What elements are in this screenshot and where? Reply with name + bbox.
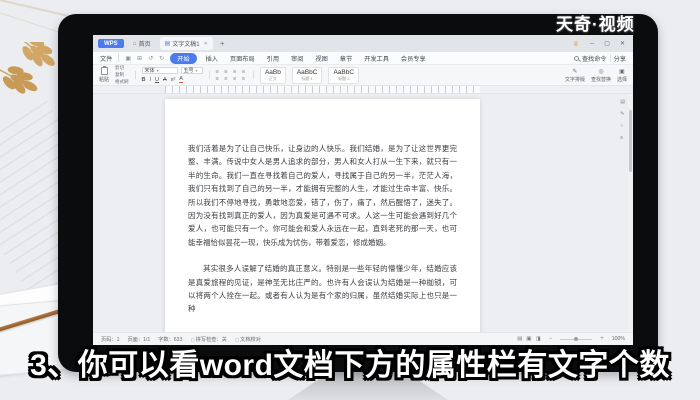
paste-button[interactable]: 粘贴 <box>99 66 110 83</box>
font-size-select[interactable]: 五号 ▾ <box>180 67 203 74</box>
ribbon-tab-member[interactable]: 会员专享 <box>398 53 429 64</box>
style-heading2[interactable]: AaBbC 标题 2 <box>328 66 360 84</box>
channel-watermark: 天奇·视频 <box>556 15 635 34</box>
select-icon: ▣ <box>619 68 625 75</box>
underline-button[interactable]: U <box>155 77 159 83</box>
video-subtitle: 3、你可以看word文档下方的属性栏有文字个数 <box>30 349 670 382</box>
find-command[interactable]: 查找命令 <box>582 54 607 63</box>
divider <box>609 54 611 62</box>
paste-label: 粘贴 <box>99 77 110 83</box>
document-workspace: 我们活着是为了让自己快乐，让身边的人快乐。我们结婚，是为了让这世界更完整、丰满。… <box>93 94 633 332</box>
ribbon-toolbar: 粘贴 剪切 复制 格式刷 宋体 ▾ 五号 ▾ B I U A x² A ≡ ≡ … <box>93 65 633 86</box>
navigation-panel-icon[interactable]: ≡ <box>620 135 625 141</box>
select-tool[interactable]: ▣ 选择 <box>617 68 627 83</box>
tab-close-icon[interactable]: ✕ <box>204 41 208 47</box>
document-icon: ▤ <box>164 41 171 47</box>
font-name-value: 宋体 <box>144 68 155 74</box>
titlebar: WPS ⌂ 首页 ▤ 文字文稿1 ✕ + ♛ ─ ▢ ✕ <box>93 35 633 52</box>
maximize-button[interactable]: ▢ <box>601 40 613 47</box>
format-painter-button[interactable]: 格式刷 <box>115 79 129 85</box>
tool-label: 选择 <box>616 76 627 83</box>
style-sample: AaBb <box>264 68 281 76</box>
font-name-select[interactable]: 宋体 ▾ <box>141 67 178 74</box>
font-color-button[interactable]: A <box>179 76 183 83</box>
wps-logo-button[interactable]: WPS <box>98 39 124 48</box>
print-icon[interactable]: ⊞ <box>137 55 142 62</box>
style-normal[interactable]: AaBb 正文 <box>259 66 286 84</box>
document-page[interactable]: 我们活着是为了让自己快乐，让身边的人快乐。我们结婚，是为了让这世界更完整、丰满。… <box>165 99 480 332</box>
document-tab-label: 文字文稿1 <box>172 42 200 48</box>
divider <box>252 71 254 79</box>
divider <box>208 71 210 79</box>
document-tab[interactable]: ▤ 文字文稿1 ✕ <box>159 37 213 50</box>
bold-button[interactable]: B <box>142 77 146 83</box>
magnifier-icon: ◎ <box>598 68 604 75</box>
ribbon-tab-insert[interactable]: 插入 <box>203 53 221 64</box>
ribbon-tab-bar: 文件 ▣ ⊞ ↺ ↻ 开始 插入 页面布局 引用 审阅 视图 章节 开发工具 会… <box>93 52 633 65</box>
new-tab-button[interactable]: + <box>217 39 228 48</box>
vip-crown-icon[interactable]: ♛ <box>573 40 579 48</box>
paragraph[interactable]: 我们活着是为了让自己快乐，让身边的人快乐。我们结婚，是为了让这世界更完整、丰满。… <box>188 142 457 249</box>
tool-label: 查找替换 <box>590 76 611 83</box>
clipboard-icon <box>100 66 108 75</box>
paragraph-list-icons[interactable]: ≡ ≡ ≡ ≡ <box>216 76 247 82</box>
properties-panel-icon[interactable]: ▤ <box>620 99 625 105</box>
ribbon-tab-review[interactable]: 审阅 <box>288 53 306 64</box>
cut-button[interactable]: 剪切 <box>115 65 129 71</box>
close-button[interactable]: ✕ <box>617 40 628 47</box>
style-name: 标题 1 <box>301 75 313 81</box>
style-sample: AaBbC <box>296 68 318 76</box>
italic-button[interactable]: I <box>150 77 152 83</box>
ribbon-tab-view[interactable]: 视图 <box>312 53 330 64</box>
subscript-button[interactable]: x² <box>171 77 176 83</box>
minimize-button[interactable]: ─ <box>587 41 597 47</box>
ribbon-tab-home[interactable]: 开始 <box>170 52 197 64</box>
home-tab[interactable]: ⌂ 首页 <box>128 37 156 50</box>
share-button[interactable]: 分享 <box>614 54 626 63</box>
copy-button[interactable]: 复制 <box>115 72 129 78</box>
horizontal-ruler[interactable] <box>93 86 633 94</box>
scrollbar-thumb[interactable] <box>629 110 632 172</box>
search-icon <box>573 55 579 61</box>
ribbon-tab-section[interactable]: 章节 <box>337 53 355 64</box>
redo-icon[interactable]: ↻ <box>159 55 164 62</box>
ribbon-tab-developer[interactable]: 开发工具 <box>361 53 392 64</box>
home-icon: ⌂ <box>132 40 137 47</box>
style-name: 标题 2 <box>338 75 350 81</box>
font-size-value: 五号 <box>183 68 194 74</box>
divider <box>134 71 136 79</box>
home-tab-label: 首页 <box>138 42 151 48</box>
pencil-icon: ✎ <box>572 68 578 75</box>
undo-icon[interactable]: ↺ <box>148 55 153 62</box>
save-icon[interactable]: ▣ <box>125 55 131 62</box>
edit-panel-icon[interactable]: ✎ <box>620 111 625 117</box>
strikethrough-button[interactable]: A <box>163 77 167 83</box>
text-layout-tool[interactable]: ✎ 文字排版 <box>565 68 585 83</box>
style-heading1[interactable]: AaBbC 标题 1 <box>291 66 323 84</box>
comment-panel-icon[interactable]: ○ <box>620 123 625 129</box>
style-name: 正文 <box>268 75 277 81</box>
ribbon-tab-page-layout[interactable]: 页面布局 <box>227 53 258 64</box>
ribbon-tab-references[interactable]: 引用 <box>264 53 282 64</box>
wps-writer-window: WPS ⌂ 首页 ▤ 文字文稿1 ✕ + ♛ ─ ▢ ✕ 文件 ▣ ⊞ ↺ ↻ … <box>93 35 633 345</box>
vertical-scrollbar[interactable] <box>628 94 633 332</box>
paragraph-align-icons[interactable]: ≡ ≡ ≡ ≡ <box>216 69 247 75</box>
style-sample: AaBbC <box>333 68 355 76</box>
ruler-ticks <box>165 86 480 93</box>
divider <box>118 54 120 62</box>
paragraph[interactable]: 其实很多人误解了结婚的真正意义。特别是一些年轻的懵懂少年，结婚应该是真爱旅程的见… <box>188 262 457 316</box>
file-menu[interactable]: 文件 <box>100 54 112 63</box>
find-replace-tool[interactable]: ◎ 查找替换 <box>591 68 611 83</box>
tool-label: 文字排版 <box>564 76 585 83</box>
